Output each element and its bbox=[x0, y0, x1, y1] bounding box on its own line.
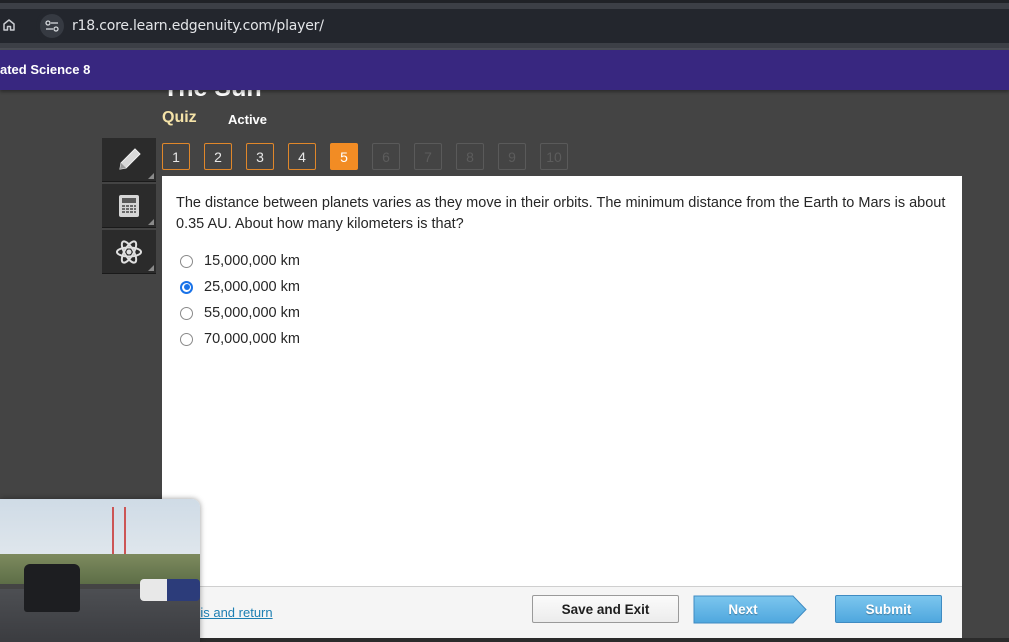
submit-button[interactable]: Submit bbox=[835, 595, 942, 623]
answer-option[interactable]: 70,000,000 km bbox=[180, 326, 300, 352]
tool-expand-corner bbox=[148, 265, 154, 271]
answer-radio-selected[interactable] bbox=[180, 280, 193, 294]
question-6-button: 6 bbox=[372, 143, 400, 170]
question-10-button: 10 bbox=[540, 143, 568, 170]
course-title: ated Science 8 bbox=[0, 62, 91, 77]
answer-option[interactable]: 15,000,000 km bbox=[180, 248, 300, 274]
question-2-button[interactable]: 2 bbox=[204, 143, 232, 170]
pencil-icon bbox=[119, 147, 141, 170]
picture-in-picture-video[interactable] bbox=[0, 499, 200, 642]
answer-label[interactable]: 15,000,000 km bbox=[204, 253, 300, 269]
tool-expand-corner bbox=[148, 219, 154, 225]
question-5-button[interactable]: 5 bbox=[330, 143, 358, 170]
calculator-tool-button[interactable] bbox=[102, 184, 156, 228]
site-info-button[interactable] bbox=[40, 14, 64, 38]
answer-label[interactable]: 55,000,000 km bbox=[204, 305, 300, 321]
question-8-button: 8 bbox=[456, 143, 484, 170]
browser-chrome: r18.core.learn.edgenuity.com/player/ bbox=[0, 0, 1009, 50]
answer-radio[interactable] bbox=[180, 332, 193, 346]
home-icon bbox=[3, 19, 15, 31]
answer-option[interactable]: 25,000,000 km bbox=[180, 274, 300, 300]
save-and-exit-button[interactable]: Save and Exit bbox=[532, 595, 679, 623]
tool-panel bbox=[102, 138, 156, 276]
video-frame-cars bbox=[140, 579, 200, 601]
reference-tool-button[interactable] bbox=[102, 230, 156, 274]
answer-list: 15,000,000 km 25,000,000 km 55,000,000 k… bbox=[180, 248, 300, 352]
question-navigation: 1 2 3 4 5 6 7 8 9 10 bbox=[162, 143, 568, 170]
question-9-button: 9 bbox=[498, 143, 526, 170]
url-text[interactable]: r18.core.learn.edgenuity.com/player/ bbox=[72, 9, 324, 43]
answer-label[interactable]: 25,000,000 km bbox=[204, 279, 300, 295]
quiz-footer: Mark this and return Save and Exit Next … bbox=[157, 586, 962, 638]
next-label: Next bbox=[728, 602, 758, 617]
address-bar[interactable]: r18.core.learn.edgenuity.com/player/ bbox=[36, 9, 1009, 43]
question-3-button[interactable]: 3 bbox=[246, 143, 274, 170]
next-button[interactable]: Next bbox=[693, 595, 808, 624]
home-button[interactable] bbox=[0, 13, 18, 37]
calculator-icon bbox=[119, 194, 139, 217]
pencil-tool-button[interactable] bbox=[102, 138, 156, 182]
question-1-button[interactable]: 1 bbox=[162, 143, 190, 170]
answer-radio[interactable] bbox=[180, 254, 193, 268]
question-4-button[interactable]: 4 bbox=[288, 143, 316, 170]
answer-label[interactable]: 70,000,000 km bbox=[204, 331, 300, 347]
tune-icon bbox=[45, 20, 59, 32]
tab-strip bbox=[0, 0, 1009, 3]
activity-type: Quiz bbox=[162, 109, 197, 126]
video-frame-suv bbox=[24, 564, 80, 612]
answer-radio[interactable] bbox=[180, 306, 193, 320]
tool-expand-corner bbox=[148, 173, 154, 179]
question-text: The distance between planets varies as t… bbox=[176, 195, 946, 232]
activity-status: Active bbox=[228, 112, 268, 127]
course-header: ated Science 8 bbox=[0, 50, 1009, 90]
question-7-button: 7 bbox=[414, 143, 442, 170]
question-panel: The distance between planets varies as t… bbox=[162, 176, 962, 586]
atom-icon bbox=[116, 239, 142, 264]
answer-option[interactable]: 55,000,000 km bbox=[180, 300, 300, 326]
